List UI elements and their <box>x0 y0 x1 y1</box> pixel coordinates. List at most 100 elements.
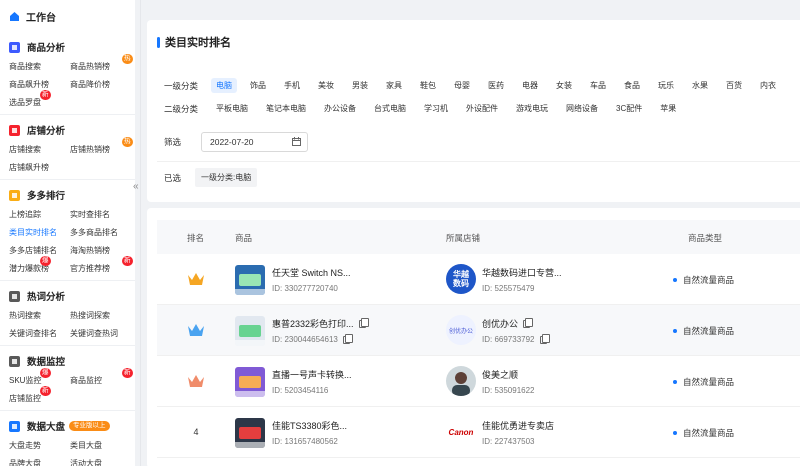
category-chip[interactable]: 鞋包 <box>415 78 441 93</box>
category-chip[interactable]: 手机 <box>279 78 305 93</box>
nav-group: 商品分析 商品搜索 商品热销榜 热商品飙升榜 商品降价榜 选品罗盘新 <box>0 32 135 114</box>
product-name[interactable]: 惠普2332彩色打印... <box>272 317 369 330</box>
product-thumbnail[interactable] <box>235 367 265 397</box>
product-name[interactable]: 佳能TS3380彩色... <box>272 419 347 432</box>
sidebar-item[interactable]: 多多店铺排名 <box>9 242 70 260</box>
sidebar-item[interactable]: 店铺飙升榜 <box>9 159 70 177</box>
copy-icon[interactable] <box>342 333 353 344</box>
category-chip[interactable]: 美妆 <box>313 78 339 93</box>
shop-logo[interactable]: 创优办公 <box>446 315 476 345</box>
sidebar-item[interactable]: 实时查排名 <box>70 206 132 224</box>
copy-icon[interactable] <box>358 317 369 328</box>
sidebar-item[interactable]: 大盘走势 <box>9 437 70 455</box>
sidebar-item[interactable]: 关键词查热词 <box>70 325 132 343</box>
sidebar-item[interactable]: 商品监控 新 <box>70 368 133 390</box>
category-chip[interactable]: 平板电脑 <box>211 101 253 116</box>
product-id: ID: 230044654613 <box>272 333 353 344</box>
category-chip[interactable]: 网络设备 <box>561 101 603 116</box>
shop-name[interactable]: 俊美之顺 <box>482 368 518 381</box>
sidebar-item[interactable]: 上榜追踪 <box>9 206 70 224</box>
workbench-link[interactable]: 工作台 <box>0 0 135 32</box>
category-chip[interactable]: 学习机 <box>419 101 453 116</box>
sidebar-item[interactable]: 潜力爆款榜爆 <box>9 256 70 278</box>
date-picker[interactable]: 2022-07-20 <box>201 132 308 152</box>
category-chip[interactable]: 饰品 <box>245 78 271 93</box>
category-chip[interactable]: 百货 <box>721 78 747 93</box>
category-chip[interactable]: 电脑 <box>211 78 237 93</box>
table-row[interactable]: 4 佳能TS3380彩色... ID: 131657480562 Canon 佳能优勇进… <box>157 407 800 458</box>
sidebar-item[interactable]: 热搜词探索 <box>70 307 132 325</box>
category-chip[interactable]: 3C配件 <box>611 101 647 116</box>
shop-logo-text: Canon <box>448 427 474 437</box>
category-chip[interactable]: 玩乐 <box>653 78 679 93</box>
category-chip[interactable]: 男装 <box>347 78 373 93</box>
category-chip[interactable]: 笔记本电脑 <box>261 101 311 116</box>
category-chip[interactable]: 办公设备 <box>319 101 361 116</box>
table-row[interactable]: 直播一号声卡转换... ID: 5203454116 俊美之顺 ID: 5350916… <box>157 356 800 407</box>
header-rank: 排名 <box>187 233 205 243</box>
table-row[interactable]: 任天堂 Switch NS... ID: 330277720740 华越数码 华越数码… <box>157 254 800 305</box>
category-chip[interactable]: 苹果 <box>655 101 681 116</box>
sidebar-item[interactable]: 多多商品排名 <box>70 224 132 242</box>
shop-logo[interactable]: 华越数码 <box>446 264 476 294</box>
level1-row: 一级分类 电脑 饰品 手机 美妆 男装 家具 鞋包 母婴 医药 电器 女装 车品 食品 玩乐 水果 百货 内衣 <box>164 78 789 93</box>
shop-name[interactable]: 佳能优勇进专卖店 <box>482 419 554 432</box>
filter-card: 类目实时排名 一级分类 电脑 饰品 手机 美妆 男装 家具 鞋包 母婴 医药 电器 女装 车品 食品 玩乐… <box>147 20 800 202</box>
sidebar-item[interactable]: 类目大盘 <box>70 437 132 455</box>
category-chip[interactable]: 台式电脑 <box>369 101 411 116</box>
category-chip[interactable]: 外设配件 <box>461 101 503 116</box>
shop-logo[interactable] <box>446 366 476 396</box>
sidebar-item[interactable]: 商品热销榜 热 <box>70 54 133 76</box>
category-chip[interactable]: 游戏电玩 <box>511 101 553 116</box>
category-chip[interactable]: 电器 <box>517 78 543 93</box>
sidebar-item[interactable]: 店铺搜索 <box>9 141 70 159</box>
sidebar-item[interactable]: 官方推荐榜 新 <box>70 256 133 278</box>
shop-logo[interactable]: Canon <box>446 417 476 447</box>
nav-group-header[interactable]: 数据大盘 专业版以上 <box>0 415 135 437</box>
nav-group-title: 数据监控 <box>27 357 66 368</box>
sidebar-item[interactable]: 店铺监控新 <box>9 386 70 408</box>
category-chip[interactable]: 家具 <box>381 78 407 93</box>
category-chip[interactable]: 医药 <box>483 78 509 93</box>
date-value: 2022-07-20 <box>210 137 254 147</box>
shop-logo-text: 华越数码 <box>453 270 469 288</box>
sidebar-item[interactable]: 选品罗盘新 <box>9 90 70 112</box>
nav-group-header[interactable]: 热词分析 <box>0 285 135 307</box>
selected-tag[interactable]: 一级分类:电脑 <box>195 168 258 187</box>
sidebar-item[interactable]: 店铺热销榜 热 <box>70 137 133 159</box>
category-chip[interactable]: 内衣 <box>755 78 781 93</box>
sidebar-item[interactable]: SKU监控爆 <box>9 368 70 390</box>
category-chip[interactable]: 食品 <box>619 78 645 93</box>
nav-group-header[interactable]: 商品分析 <box>0 36 135 58</box>
shop-name[interactable]: 创优办公 <box>482 317 534 330</box>
table-row[interactable]: 惠普2332彩色打印... ID: 230044654613 创优办公 创优办公 ID:… <box>157 305 800 356</box>
product-thumbnail[interactable] <box>235 418 265 448</box>
product-name[interactable]: 直播一号声卡转换... <box>272 368 352 381</box>
product-name[interactable]: 任天堂 Switch NS... <box>272 266 351 279</box>
sidebar-item[interactable]: 关键词查排名 <box>9 325 70 343</box>
sidebar-item[interactable]: 商品降价榜 <box>70 76 132 94</box>
copy-icon[interactable] <box>539 333 550 344</box>
product-name-text: 佳能TS3380彩色... <box>272 421 348 431</box>
sidebar-item[interactable]: 商品搜索 <box>9 58 70 76</box>
sidebar-item[interactable]: 商品飙升榜 <box>9 76 70 94</box>
sidebar-item[interactable]: 热词搜索 <box>9 307 70 325</box>
nav-group-header[interactable]: 多多排行 <box>0 184 135 206</box>
nav-group-header[interactable]: 数据监控 <box>0 350 135 372</box>
sidebar-item[interactable]: 类目实时排名 <box>9 224 70 242</box>
category-chip[interactable]: 水果 <box>687 78 713 93</box>
shop-name-text: 佳能优勇进专卖店 <box>482 421 555 431</box>
nav-group-header[interactable]: 店铺分析 <box>0 119 135 141</box>
collapse-sidebar-icon[interactable]: « <box>133 181 139 192</box>
sidebar-item[interactable]: 品牌大盘 <box>9 455 70 466</box>
sidebar-item[interactable]: 活动大盘 <box>70 455 132 466</box>
category-chip[interactable]: 车品 <box>585 78 611 93</box>
product-thumbnail[interactable] <box>235 265 265 295</box>
sidebar-item-label: 店铺飙升榜 <box>9 163 49 172</box>
category-chip[interactable]: 女装 <box>551 78 577 93</box>
copy-icon[interactable] <box>523 317 534 328</box>
shop-name[interactable]: 华越数码进口专营... <box>482 266 562 279</box>
product-thumbnail[interactable] <box>235 316 265 346</box>
category-chip[interactable]: 母婴 <box>449 78 475 93</box>
sidebar-item-label: 关键词查排名 <box>9 329 57 338</box>
